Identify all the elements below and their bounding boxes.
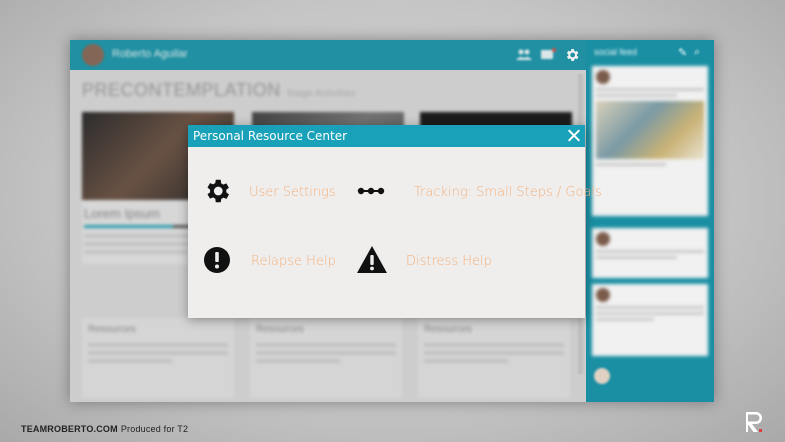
option-label: User Settings [249,185,336,200]
post-avatar [596,288,610,302]
distress-help-option[interactable]: Distress Help [356,245,546,279]
post-avatar [596,232,610,246]
modal-title: Personal Resource Center [193,129,348,143]
gear-icon [202,176,234,208]
personal-resource-modal: Personal Resource Center User Settings T… [188,125,602,318]
close-icon[interactable] [566,128,581,143]
social-feed: social feed ✎ ⌕ [586,40,714,402]
feed-post[interactable] [592,284,708,356]
feed-footer [586,362,714,402]
search-icon[interactable]: ⌕ [694,46,700,59]
feed-post[interactable] [592,228,708,278]
footer-brand: TEAMROBERTO.COM Produced for T2 [21,424,188,434]
feed-title: social feed [594,47,638,57]
option-label: Distress Help [406,254,492,269]
option-label: Tracking: Small Steps / Goals [414,185,602,200]
post-avatar [594,368,610,384]
warning-triangle-icon [356,245,388,277]
exclamation-circle-icon [202,245,234,277]
dots-line-icon [356,176,388,208]
brand-text: TEAMROBERTO.COM [21,424,118,434]
produced-text: Produced for T2 [120,424,189,434]
pencil-icon[interactable]: ✎ [678,46,687,59]
option-label: Relapse Help [251,254,336,269]
feed-post[interactable] [592,66,708,216]
post-avatar [596,70,610,84]
modal-header: Personal Resource Center [188,125,585,147]
user-settings-option[interactable]: User Settings [202,176,352,210]
relapse-help-option[interactable]: Relapse Help [202,245,352,279]
post-image [596,101,704,159]
tracking-option[interactable]: Tracking: Small Steps / Goals [356,176,602,210]
r-logo-icon [744,410,764,434]
